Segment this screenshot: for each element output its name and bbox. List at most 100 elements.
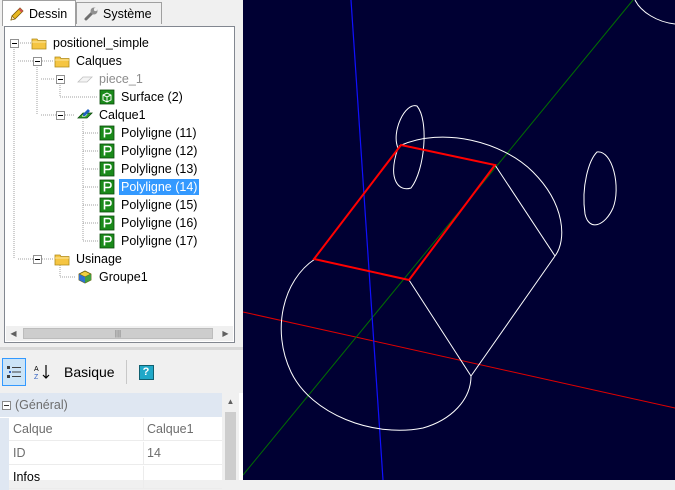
help-button[interactable]: ? xyxy=(134,358,158,386)
y-axis xyxy=(350,0,384,480)
cad-scene xyxy=(243,0,675,480)
wireframe-geometry xyxy=(280,0,675,431)
scroll-up-arrow-icon[interactable]: ▲ xyxy=(222,393,239,410)
tree-node-usinage-label: Usinage xyxy=(76,252,122,266)
tree-node-surface-label: Surface (2) xyxy=(121,90,183,104)
toolbar-separator xyxy=(126,360,127,384)
property-row-infos[interactable]: Infos xyxy=(0,466,222,490)
drawing-tree[interactable]: positionel_simple Calques piece_1 Surfac… xyxy=(4,26,235,343)
tree-node-polyligne-12[interactable]: Polyligne (12) xyxy=(99,142,199,160)
surface-cube-icon xyxy=(99,89,115,105)
basique-button[interactable]: Basique xyxy=(64,358,115,386)
tree-node-piece-label: piece_1 xyxy=(99,72,143,86)
layer-icon xyxy=(77,109,93,119)
z-axis xyxy=(243,0,634,476)
svg-text:A: A xyxy=(34,366,39,373)
categorized-view-button[interactable] xyxy=(2,358,26,386)
tree-node-polyligne-label: Polyligne (11) xyxy=(121,126,197,140)
polyline-icon xyxy=(99,143,115,159)
help-icon-label: ? xyxy=(142,366,150,378)
sphere-outline xyxy=(398,136,563,257)
scroll-left-arrow-icon[interactable]: ◀ xyxy=(6,326,21,341)
tree-node-polyligne-label: Polyligne (16) xyxy=(121,216,198,230)
tree-node-calque1[interactable]: Calque1 xyxy=(77,106,148,124)
row-margin xyxy=(0,466,9,490)
tree-node-calque1-label: Calque1 xyxy=(99,108,146,122)
tree-node-calques[interactable]: Calques xyxy=(54,52,124,70)
polyline-icon xyxy=(99,161,115,177)
polyline-icon xyxy=(99,179,115,195)
cylinder-base-ellipse xyxy=(280,258,472,431)
tree-node-root[interactable]: positionel_simple xyxy=(31,34,151,52)
folder-icon xyxy=(54,254,70,266)
expander-piece[interactable] xyxy=(56,75,65,84)
property-name: Calque xyxy=(9,418,144,441)
tree-node-calques-label: Calques xyxy=(76,54,122,68)
cylinder-edge-right xyxy=(470,255,556,377)
expander-calque1[interactable] xyxy=(56,111,65,120)
tab-systeme-label: Système xyxy=(103,6,152,21)
property-value[interactable] xyxy=(144,466,222,489)
sort-az-icon: A Z xyxy=(34,365,50,381)
scroll-right-arrow-icon[interactable]: ▶ xyxy=(218,326,233,341)
scrollbar-thumb[interactable]: ||| xyxy=(23,328,213,339)
property-row-calque[interactable]: Calque Calque1 xyxy=(0,418,222,442)
tree-node-groupe1-label: Groupe1 xyxy=(99,270,148,284)
tree-node-polyligne-label: Polyligne (13) xyxy=(121,162,198,176)
panel-splitter[interactable] xyxy=(0,347,243,350)
polyline-icon xyxy=(99,233,115,249)
tree-node-polyligne-13[interactable]: Polyligne (13) xyxy=(99,160,199,178)
property-toolbar: A Z Basique ? xyxy=(0,352,243,392)
help-icon: ? xyxy=(138,364,154,380)
tree-node-polyligne-15[interactable]: Polyligne (15) xyxy=(99,196,199,214)
tree-node-polyligne-14[interactable]: Polyligne (14) xyxy=(99,178,200,196)
tree-node-polyligne-16[interactable]: Polyligne (16) xyxy=(99,214,199,232)
group-cube-icon xyxy=(78,270,92,284)
property-grid-vertical-scrollbar[interactable]: ▲ xyxy=(222,393,239,480)
tree-node-polyligne-label: Polyligne (12) xyxy=(121,144,198,158)
expander-root[interactable] xyxy=(10,39,19,48)
3d-viewport[interactable] xyxy=(243,0,675,480)
property-name: Infos xyxy=(9,466,144,489)
polyline-icon xyxy=(99,125,115,141)
tree-horizontal-scrollbar[interactable]: ◀ ||| ▶ xyxy=(6,326,233,341)
teardrop-right xyxy=(583,151,617,226)
cylinder-edge-left xyxy=(408,279,472,377)
x-axis xyxy=(243,311,675,409)
tree-node-polyligne-label: Polyligne (15) xyxy=(121,198,198,212)
pencil-icon xyxy=(10,6,24,21)
property-value[interactable]: 14 xyxy=(144,442,222,465)
row-margin xyxy=(0,442,9,466)
selected-polyline-14[interactable] xyxy=(312,143,497,282)
property-category-general[interactable]: (Général) xyxy=(0,393,222,417)
property-value[interactable]: Calque1 xyxy=(144,418,222,441)
folder-icon xyxy=(54,56,70,68)
tree-node-polyligne-17[interactable]: Polyligne (17) xyxy=(99,232,199,250)
property-row-id[interactable]: ID 14 xyxy=(0,442,222,466)
tab-systeme[interactable]: Système xyxy=(76,2,162,24)
arc-top-right xyxy=(634,0,675,25)
wrench-icon xyxy=(84,7,98,20)
categorized-icon xyxy=(7,366,21,378)
collapse-icon[interactable] xyxy=(2,400,11,410)
folder-icon xyxy=(31,38,47,50)
expander-usinage[interactable] xyxy=(33,255,42,264)
row-margin xyxy=(0,418,9,442)
tree-node-polyligne-label: Polyligne (14) xyxy=(119,179,200,195)
tree-node-piece[interactable]: piece_1 xyxy=(77,70,145,88)
polyline-icon xyxy=(99,215,115,231)
expander-calques[interactable] xyxy=(33,57,42,66)
scrollbar-thumb[interactable] xyxy=(225,412,236,480)
tree-node-surface[interactable]: Surface (2) xyxy=(99,88,185,106)
layer-hidden-icon xyxy=(77,76,93,83)
alphabetical-sort-button[interactable]: A Z xyxy=(30,358,54,386)
tab-dessin[interactable]: Dessin xyxy=(2,0,76,26)
tab-strip: Dessin Système xyxy=(0,0,243,26)
tree-node-root-label: positionel_simple xyxy=(53,36,149,50)
tree-node-usinage[interactable]: Usinage xyxy=(54,250,124,268)
svg-text:Z: Z xyxy=(34,374,39,381)
property-category-label: (Général) xyxy=(15,398,68,412)
tree-node-polyligne-11[interactable]: Polyligne (11) xyxy=(99,124,199,142)
tree-node-groupe1[interactable]: Groupe1 xyxy=(77,268,150,286)
property-grid: (Général) Calque Calque1 ID 14 Infos ▲ xyxy=(0,393,243,490)
